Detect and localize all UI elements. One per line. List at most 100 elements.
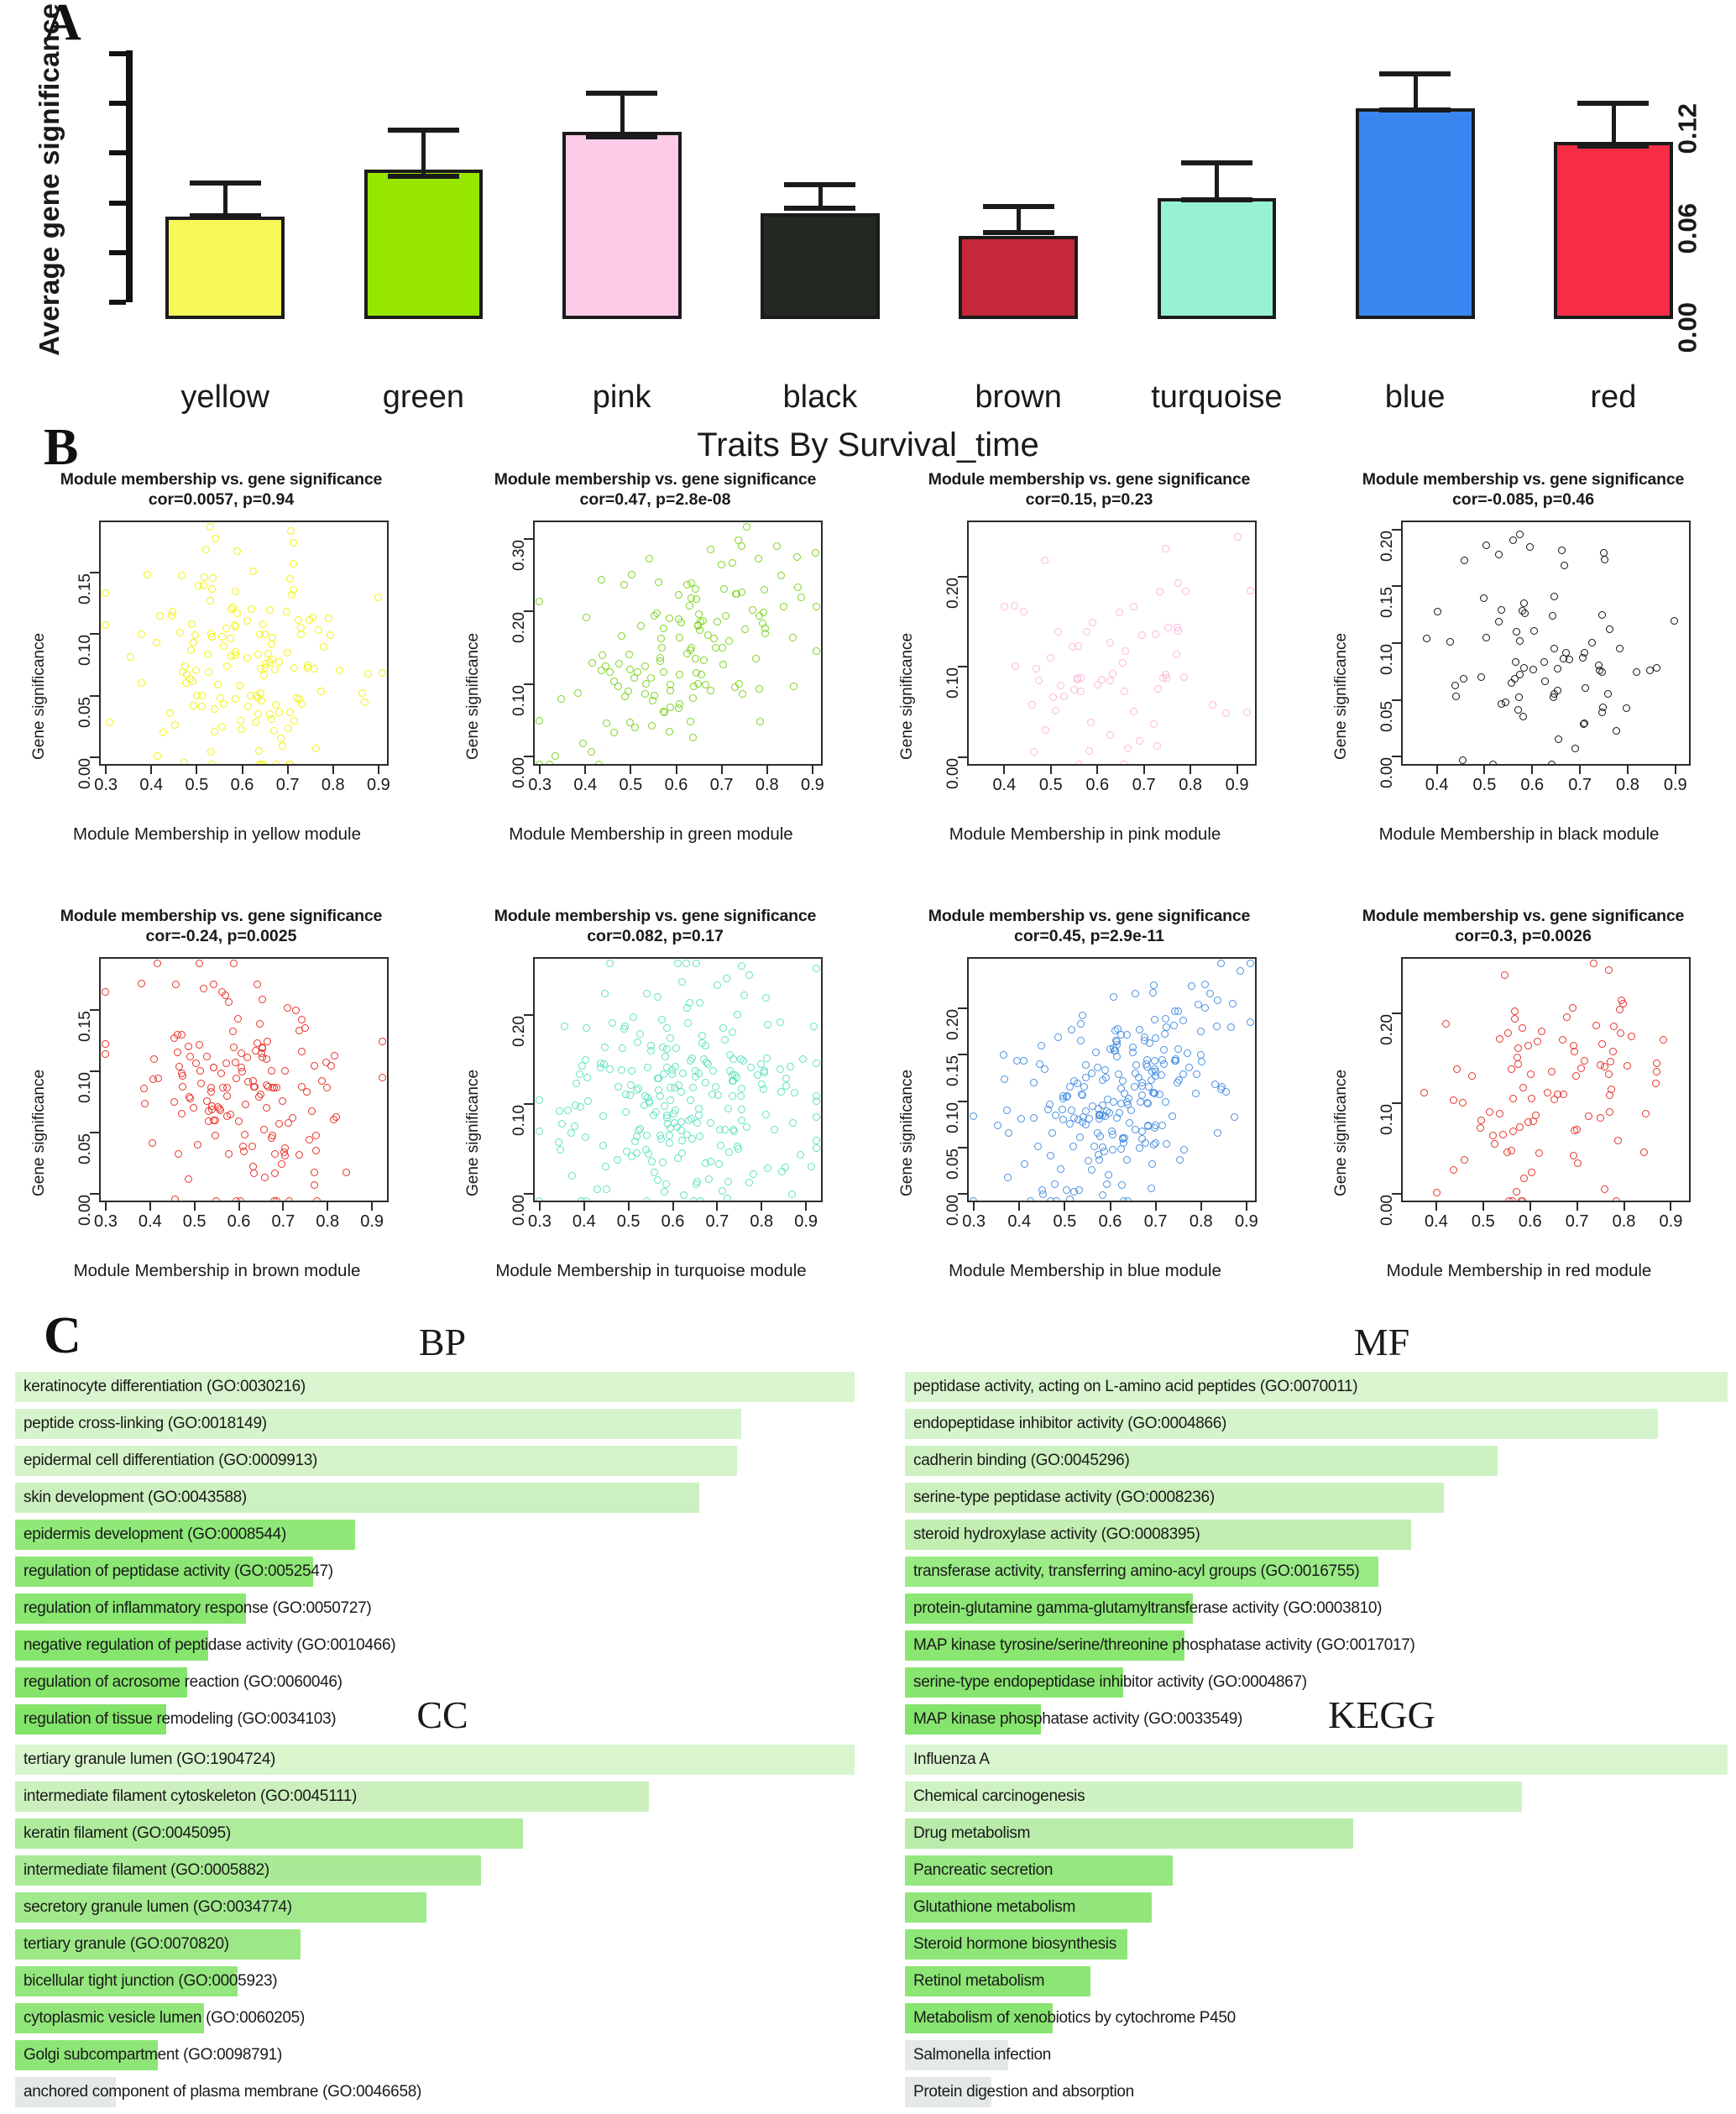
go-term-row[interactable]: peptide cross-linking (GO:0018149) [15, 1409, 855, 1442]
scatter-point [1606, 1057, 1614, 1065]
scatter-x-tick [766, 766, 768, 774]
go-term-row[interactable]: steroid hydroxylase activity (GO:0008395… [905, 1520, 1728, 1553]
go-term-row[interactable]: Metabolism of xenobiotics by cytochrome … [905, 2003, 1728, 2037]
scatter-point [737, 1116, 745, 1124]
go-term-row[interactable]: Chemical carcinogenesis [905, 1782, 1728, 1815]
scatter-point [255, 746, 264, 755]
scatter-ylabel-black: Gene significance [1332, 632, 1350, 760]
go-term-row[interactable]: transferase activity, transferring amino… [905, 1557, 1728, 1590]
scatter-point [807, 1162, 815, 1170]
scatter-x-tick [1018, 1202, 1021, 1211]
scatter-point [194, 1141, 202, 1149]
scatter-point [701, 1079, 709, 1087]
go-term-row[interactable]: keratin filament (GO:0045095) [15, 1818, 855, 1852]
scatter-point [567, 1172, 576, 1180]
go-term-row[interactable]: serine-type peptidase activity (GO:00082… [905, 1483, 1728, 1516]
go-term-row[interactable]: Glutathione metabolism [905, 1892, 1728, 1926]
scatter-x-tick [149, 1202, 151, 1211]
go-term-row[interactable]: endopeptidase inhibitor activity (GO:000… [905, 1409, 1728, 1442]
go-term-bar [905, 1745, 1728, 1775]
go-term-row[interactable]: anchored component of plasma membrane (G… [15, 2077, 855, 2111]
go-term-row[interactable]: Protein digestion and absorption [905, 2077, 1728, 2111]
scatter-point [310, 1169, 318, 1177]
scatter-point [205, 1107, 213, 1115]
scatter-point [1581, 648, 1589, 657]
scatter-point [551, 751, 559, 760]
go-term-row[interactable]: epidermis development (GO:0008544) [15, 1520, 855, 1553]
scatter-xlabel-black: Module Membership in black module [1378, 824, 1660, 844]
scatter-point [1047, 653, 1055, 662]
go-term-row[interactable]: Retinol metabolism [905, 1966, 1728, 2000]
go-term-row[interactable]: intermediate filament (GO:0005882) [15, 1855, 855, 1889]
scatter-point [676, 671, 684, 679]
go-term-row[interactable]: Influenza A [905, 1745, 1728, 1778]
scatter-point [1164, 624, 1173, 632]
scatter-x-tick [1529, 1202, 1531, 1211]
scatter-point [1122, 1155, 1131, 1164]
go-section-heading-mf: MF [1353, 1321, 1410, 1363]
scatter-point [627, 1067, 635, 1075]
go-term-row[interactable]: secretory granule lumen (GO:0034774) [15, 1892, 855, 1926]
go-term-row[interactable]: cadherin binding (GO:0045296) [905, 1446, 1728, 1479]
go-term-row[interactable]: Pancreatic secretion [905, 1855, 1728, 1889]
scatter-point [650, 611, 658, 620]
go-term-row[interactable]: tertiary granule lumen (GO:1904724) [15, 1745, 855, 1778]
go-term-row[interactable]: tertiary granule (GO:0070820) [15, 1929, 855, 1963]
go-term-row[interactable]: Drug metabolism [905, 1818, 1728, 1852]
go-term-row[interactable]: peptidase activity, acting on L-amino ac… [905, 1372, 1728, 1405]
scatter-point [237, 725, 245, 734]
scatter-point [622, 1107, 630, 1116]
scatter-point [721, 1035, 729, 1044]
scatter-point [1510, 675, 1519, 683]
go-term-row[interactable]: protein-glutamine gamma-glutamyltransfer… [905, 1593, 1728, 1627]
scatter-point [683, 1018, 692, 1027]
scatter-plot-area-black [1401, 521, 1691, 766]
go-term-label: cytoplasmic vesicle lumen (GO:0060205) [24, 2009, 305, 2027]
scatter-point [1461, 556, 1469, 564]
scatter-point [1068, 1026, 1076, 1034]
go-term-row[interactable]: epidermal cell differentiation (GO:00099… [15, 1446, 855, 1479]
scatter-point [620, 1022, 629, 1030]
go-term-row[interactable]: keratinocyte differentiation (GO:0030216… [15, 1372, 855, 1405]
scatter-y-tick-label: 0.05 [76, 696, 94, 728]
scatter-point [642, 1132, 651, 1140]
scatter-point [1094, 681, 1102, 689]
go-term-label: intermediate filament (GO:0005882) [24, 1861, 269, 1879]
go-term-row[interactable]: skin development (GO:0043588) [15, 1483, 855, 1516]
go-term-row[interactable]: Golgi subcompartment (GO:0098791) [15, 2040, 855, 2074]
scatter-y-tick-label: 0.20 [944, 1008, 962, 1040]
scatter-point [217, 1069, 226, 1077]
go-term-row[interactable]: bicellular tight junction (GO:0005923) [15, 1966, 855, 2000]
go-term-row[interactable]: negative regulation of peptidase activit… [15, 1630, 855, 1664]
scatter-point [1572, 1126, 1581, 1134]
scatter-point [738, 962, 746, 971]
scatter-point [1078, 1011, 1086, 1019]
go-term-row[interactable]: regulation of peptidase activity (GO:005… [15, 1557, 855, 1590]
scatter-plot-pink: Module membership vs. gene significance c… [876, 468, 1294, 871]
scatter-point [654, 1075, 662, 1083]
scatter-point [187, 620, 196, 629]
scatter-point [735, 536, 743, 544]
error-cap-pink-upper [586, 91, 658, 97]
go-term-row[interactable]: Steroid hormone biosynthesis [905, 1929, 1728, 1963]
scatter-point [809, 1022, 818, 1030]
scatter-x-tick-label: 0.4 [1425, 776, 1449, 794]
go-term-row[interactable]: intermediate filament cytoskeleton (GO:0… [15, 1782, 855, 1815]
scatter-point [1021, 1160, 1029, 1169]
scatter-y-tick-label: 0.15 [944, 1055, 962, 1087]
scatter-point [1052, 707, 1060, 715]
scatter-point [1107, 1128, 1116, 1135]
scatter-x-tick [282, 1202, 285, 1211]
go-term-row[interactable]: regulation of inflammatory response (GO:… [15, 1593, 855, 1627]
scatter-point [706, 1119, 714, 1128]
scatter-point [689, 733, 698, 741]
scatter-point [272, 701, 280, 709]
go-term-row[interactable]: Salmonella infection [905, 2040, 1728, 2074]
go-term-row[interactable]: cytoplasmic vesicle lumen (GO:0060205) [15, 2003, 855, 2037]
scatter-point [234, 1015, 243, 1023]
scatter-point [663, 1023, 672, 1032]
scatter-subtitle-red: cor=0.3, p=0.0026 [1455, 927, 1592, 945]
scatter-point [218, 1083, 227, 1091]
scatter-point [1108, 670, 1116, 678]
go-term-row[interactable]: MAP kinase tyrosine/serine/threonine pho… [905, 1630, 1728, 1664]
